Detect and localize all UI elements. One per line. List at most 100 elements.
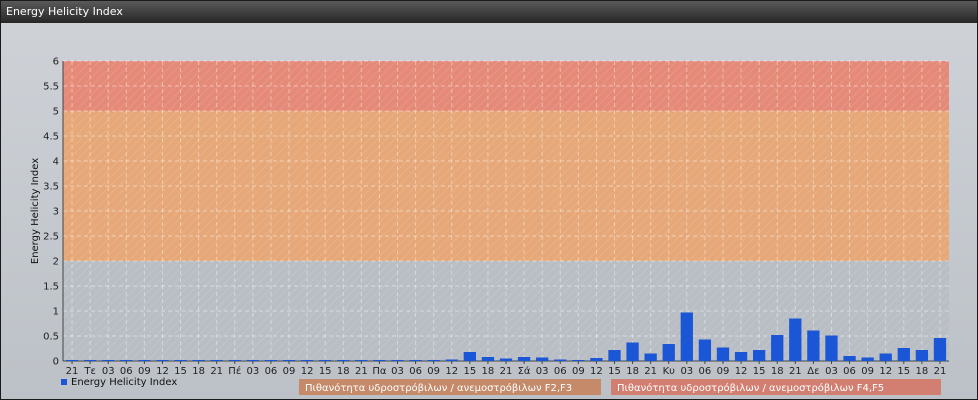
- y-tick-label: 0: [53, 357, 59, 368]
- y-tick-label: 2.5: [43, 232, 59, 243]
- x-tick-label: Πέ: [228, 365, 241, 377]
- bar: [861, 357, 874, 361]
- bar: [843, 356, 856, 361]
- bar: [337, 360, 350, 361]
- x-tick-label: 18: [916, 366, 929, 377]
- bar: [680, 312, 693, 361]
- bar: [83, 360, 97, 361]
- x-tick-label: 21: [66, 366, 79, 377]
- x-tick-label: 03: [246, 366, 259, 377]
- x-tick-label: 15: [608, 366, 621, 377]
- bar: [463, 352, 476, 361]
- x-tick-label: Δε: [807, 366, 819, 377]
- bar: [626, 342, 639, 361]
- y-tick-label: 2: [53, 257, 59, 268]
- ehi-chart: 0 0.5 1 1.5 2 2.5 3 3.5 4 4.5 5 5.5 6 21 Τε 03 06 09 12 15 1…: [30, 57, 949, 395]
- bar: [65, 360, 79, 361]
- x-tick-label: 03: [391, 366, 404, 377]
- x-tick-label: 12: [879, 366, 892, 377]
- x-tick-label: 06: [843, 366, 856, 377]
- x-tick-label: Πα: [372, 366, 387, 377]
- x-tick-label: 21: [500, 366, 513, 377]
- bar: [210, 360, 223, 361]
- x-tick-label: 18: [626, 366, 639, 377]
- y-axis-label: Energy Helicity Index: [30, 158, 41, 264]
- x-tick-label: 18: [771, 366, 784, 377]
- bar: [915, 350, 929, 361]
- bar: [174, 360, 187, 361]
- bar: [481, 357, 495, 361]
- bar: [608, 350, 621, 361]
- x-tick-label: Κυ: [663, 366, 676, 377]
- y-tick-label: 5.5: [43, 82, 59, 93]
- bar: [933, 338, 947, 361]
- bar: [572, 360, 585, 361]
- bar: [716, 347, 730, 361]
- zone-label-f4f5: Πιθανότητα υδροστρόβιλων / ανεμοστρόβιλω…: [611, 379, 941, 395]
- x-tick-label: 18: [192, 366, 205, 377]
- y-tick-label: 1.5: [43, 282, 59, 293]
- x-tick-label: 15: [463, 366, 476, 377]
- x-tick-label: 06: [699, 366, 712, 377]
- bar: [734, 352, 748, 361]
- x-tick-label: 09: [861, 366, 874, 377]
- bar: [771, 335, 784, 361]
- x-tick-label: 06: [554, 366, 567, 377]
- bar: [897, 348, 910, 361]
- x-tick-label: 09: [572, 366, 585, 377]
- x-tick-label: Τε: [83, 366, 96, 377]
- y-tick-label: 0.5: [43, 332, 59, 343]
- bar: [517, 357, 531, 361]
- x-tick-label: 06: [120, 366, 133, 377]
- bar: [319, 360, 332, 361]
- x-tick-label: 18: [482, 366, 495, 377]
- x-tick-label: 18: [337, 366, 350, 377]
- x-tick-label: 03: [102, 366, 115, 377]
- window-title: Energy Helicity Index: [1, 1, 977, 23]
- x-tick-label: 06: [265, 366, 278, 377]
- bar: [590, 358, 603, 361]
- bar: [662, 344, 675, 361]
- bar: [427, 360, 440, 361]
- zone-label-f2f3-text: Πιθανότητα υδροστρόβιλων / ανεμοστρόβιλω…: [305, 382, 572, 394]
- x-tick-label: 09: [283, 366, 296, 377]
- bar: [807, 330, 820, 361]
- bar: [825, 335, 838, 361]
- x-tick-label: 06: [409, 366, 422, 377]
- bar: [264, 360, 278, 361]
- x-tick-label: 03: [825, 366, 838, 377]
- bar: [499, 358, 513, 361]
- x-tick-label: 03: [536, 366, 549, 377]
- bar: [698, 339, 712, 361]
- bar: [752, 350, 766, 361]
- bar: [644, 353, 657, 361]
- x-tick-label: 12: [301, 366, 314, 377]
- zone-label-f4f5-text: Πιθανότητα υδροστρόβιλων / ανεμοστρόβιλω…: [617, 382, 884, 394]
- bar: [445, 359, 458, 361]
- y-tick-label: 5: [53, 107, 59, 118]
- y-tick-label: 4: [53, 157, 59, 168]
- y-tick-label: 4.5: [43, 132, 59, 143]
- x-tick-label: 09: [427, 366, 440, 377]
- bar: [536, 357, 549, 361]
- bar: [138, 360, 151, 361]
- bar: [192, 360, 205, 361]
- bar: [102, 360, 115, 361]
- x-tick-label: 03: [680, 366, 693, 377]
- x-tick-label: 21: [644, 366, 657, 377]
- bar: [391, 360, 404, 361]
- chart-window: Energy Helicity Index 0 0.5 1 1.5 2 2.5 3 3.5 4 4…: [0, 0, 978, 400]
- y-tick-label: 3: [53, 207, 59, 218]
- x-tick-label: 09: [717, 366, 730, 377]
- bar: [228, 360, 241, 361]
- legend-label: Energy Helicity Index: [71, 377, 177, 388]
- y-tick-label: 1: [53, 307, 59, 318]
- bar: [300, 360, 314, 361]
- bar: [355, 360, 368, 361]
- x-tick-label: 15: [174, 366, 187, 377]
- legend: Energy Helicity Index: [61, 377, 177, 388]
- bar: [554, 359, 567, 361]
- bar: [879, 353, 892, 361]
- x-tick-label: 12: [590, 366, 603, 377]
- bar: [246, 360, 260, 361]
